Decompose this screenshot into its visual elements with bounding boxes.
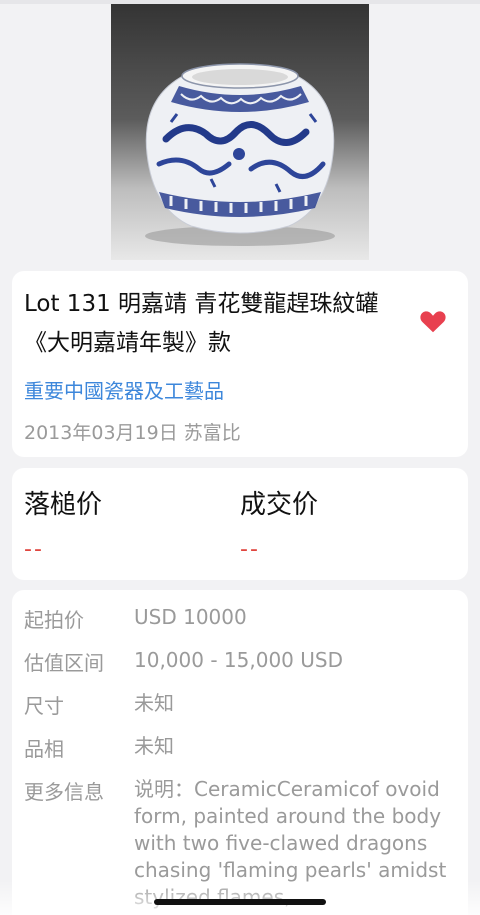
lot-title: Lot 131 明嘉靖 青花雙龍趕珠紋罐 《大明嘉靖年製》款 xyxy=(24,291,379,356)
hammer-price: 落槌价 -- xyxy=(24,484,102,562)
estimate-value: 10,000 - 15,000 USD xyxy=(134,648,343,672)
estimate-label: 估值区间 xyxy=(24,651,104,675)
lot-info-card: Lot 131 明嘉靖 青花雙龍趕珠紋罐 《大明嘉靖年製》款 重要中國瓷器及工藝… xyxy=(12,271,468,457)
more-info-label: 更多信息 xyxy=(24,780,104,804)
lot-detail-screen: Lot 131 明嘉靖 青花雙龍趕珠紋罐 《大明嘉靖年製》款 重要中國瓷器及工藝… xyxy=(0,0,480,915)
deal-price-value: -- xyxy=(240,537,260,562)
start-price-value: USD 10000 xyxy=(134,605,247,629)
start-price-label: 起拍价 xyxy=(24,608,84,632)
hammer-price-value: -- xyxy=(24,537,44,562)
condition-label: 品相 xyxy=(24,737,64,761)
auction-date-house: 2013年03月19日 苏富比 xyxy=(24,422,241,444)
price-card: 落槌价 -- 成交价 -- xyxy=(12,468,468,580)
porcelain-jar-illustration xyxy=(145,63,335,246)
deal-price: 成交价 -- xyxy=(240,484,318,562)
bottom-fade xyxy=(0,880,480,915)
auction-category-link[interactable]: 重要中國瓷器及工藝品 xyxy=(24,375,224,404)
size-value: 未知 xyxy=(134,691,174,715)
size-label: 尺寸 xyxy=(24,694,64,718)
condition-value: 未知 xyxy=(134,734,174,758)
details-card: 起拍价 USD 10000 估值区间 10,000 - 15,000 USD 尺… xyxy=(12,590,468,915)
lot-image[interactable] xyxy=(111,4,369,260)
home-indicator[interactable] xyxy=(154,899,326,905)
hammer-price-label: 落槌价 xyxy=(24,490,103,520)
favorite-heart-icon[interactable] xyxy=(418,306,448,336)
deal-price-label: 成交价 xyxy=(240,490,319,520)
